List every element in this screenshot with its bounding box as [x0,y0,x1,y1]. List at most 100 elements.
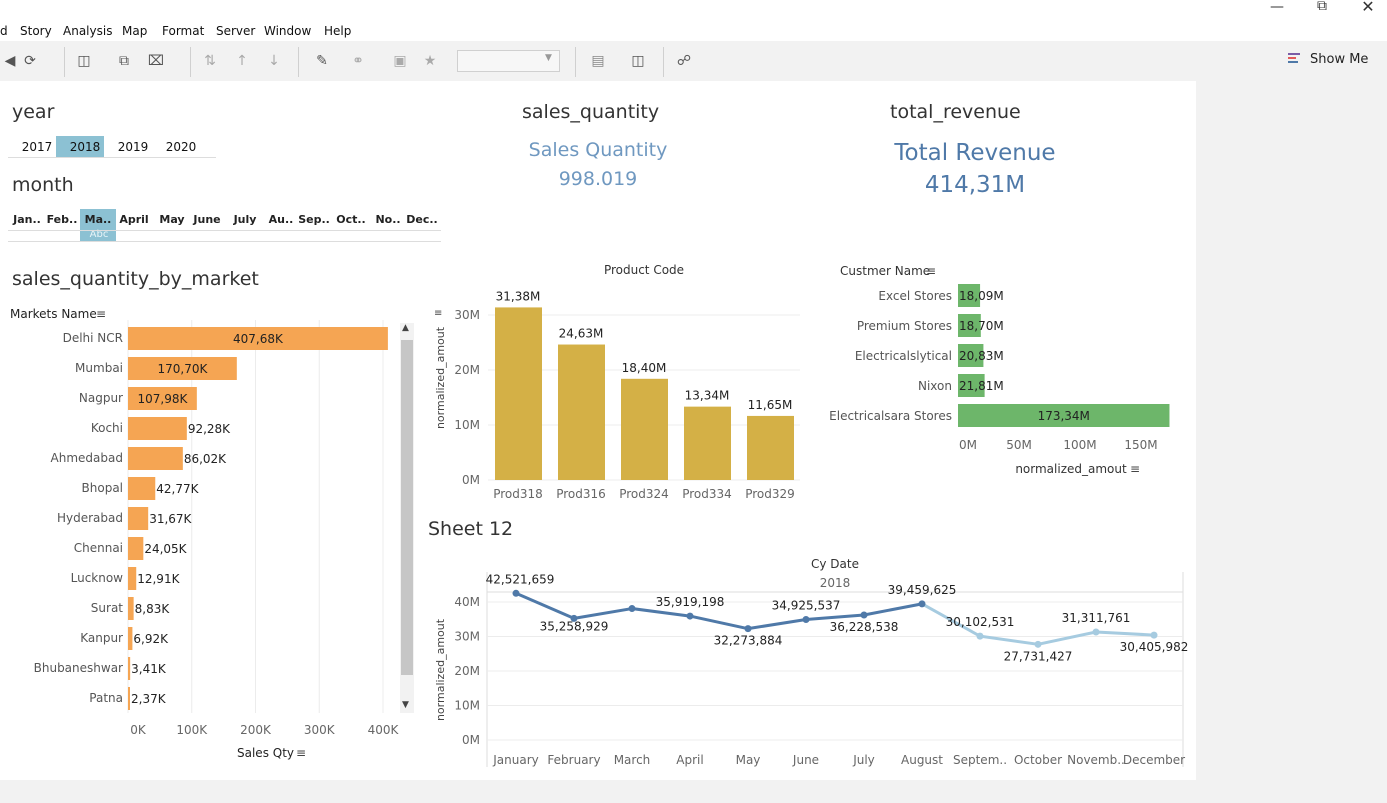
text-box-icon[interactable]: ▣ [390,51,410,71]
y-tick-label: 40M [454,595,480,609]
line-category-label: Novemb.. [1067,753,1125,767]
product-category-label: Prod324 [619,487,669,501]
month-option-mar[interactable]: Ma.. [81,211,115,229]
sales-quantity-value: 998.019 [558,168,638,190]
month-option-jul[interactable]: July [228,211,262,229]
year-option-2017[interactable]: 2017 [14,137,60,157]
line-point [628,605,636,613]
y-tick-label: 20M [454,664,480,678]
line-category-label: August [901,753,943,767]
swap-icon[interactable]: ⇅ [200,51,220,71]
month-option-feb[interactable]: Feb.. [45,211,79,229]
market-label: Patna [89,691,123,705]
minimize-icon[interactable]: — [1267,0,1287,15]
month-option-may[interactable]: May [155,211,189,229]
month-option-apr[interactable]: April [117,211,151,229]
menu-item-server[interactable]: Server [216,24,255,38]
toolbar-separator [64,47,65,77]
month-option-sep[interactable]: Sep.. [297,211,331,229]
line-value-label: 30,405,982 [1120,640,1189,654]
month-option-aug[interactable]: Au.. [264,211,298,229]
market-label: Kanpur [80,631,123,645]
menu-item-help[interactable]: Help [324,24,351,38]
line-segment [1095,630,1155,637]
year-option-2019[interactable]: 2019 [110,137,156,157]
month-option-oct[interactable]: Oct.. [334,211,368,229]
month-option-dec[interactable]: Dec.. [405,211,439,229]
sort-ascending-icon[interactable]: ↑ [232,51,252,71]
markets-scrollbar-thumb[interactable] [401,340,413,675]
duplicate-sheet-icon[interactable]: ⧉ [114,51,134,71]
sales-quantity-label: Sales Quantity [528,139,668,161]
market-label: Nagpur [79,391,123,405]
sort-icon: ≡ [926,264,936,278]
customer-value-label: 173,34M [1038,409,1090,423]
menu-item-d[interactable]: d [0,24,8,38]
toolbar-separator [298,47,299,77]
sheet12-title: Sheet 12 [428,518,514,540]
line-segment [689,614,749,631]
pin-icon[interactable]: ★ [420,51,440,71]
line-segment [805,613,865,622]
share-icon[interactable]: ☍ [674,51,694,71]
presentation-icon[interactable]: ◫ [628,51,648,71]
month-option-jun[interactable]: June [190,211,224,229]
scroll-up-icon[interactable]: ▲ [402,323,409,333]
month-option-nov[interactable]: No.. [371,211,405,229]
line-point [976,632,984,640]
market-label: Lucknow [71,571,124,585]
market-value-label: 6,92K [133,632,169,646]
market-value-label: 92,28K [188,422,231,436]
scroll-down-icon[interactable]: ▼ [402,700,409,710]
line-point [1092,628,1100,636]
line-category-label: January [492,753,539,767]
line-value-label: 35,919,198 [656,595,725,609]
menu-item-map[interactable]: Map [122,24,147,38]
line-point [802,616,810,624]
line-point [744,625,752,633]
sort-icon[interactable]: ≡ [296,746,306,760]
show-me-button[interactable]: Show Me [1310,52,1368,67]
y-tick-label: 10M [454,699,480,713]
menu-item-window[interactable]: Window [264,24,311,38]
product-value-label: 31,38M [496,289,541,303]
market-bar [128,657,131,680]
line-y-axis-label: normalized_amout [434,618,447,721]
total-revenue-value: 414,31M [924,172,1026,198]
year-option-2018[interactable]: 2018 [62,137,108,157]
undo-arrow-icon[interactable]: ◀ [0,51,20,71]
menu-item-format[interactable]: Format [162,24,204,38]
month-option-jan[interactable]: Jan.. [10,211,44,229]
line-value-label: 42,521,659 [486,572,555,586]
refresh-icon[interactable]: ⟳ [20,51,40,71]
clear-sheet-icon[interactable]: ⌧ [146,51,166,71]
close-icon[interactable]: ✕ [1358,0,1378,16]
market-value-label: 407,68K [233,332,284,346]
markets-bar-chart: 0K 100K 200K 300K 400K Delhi NCR 407,68K Mumbai… [34,320,400,737]
restore-icon[interactable]: ⧉ [1312,0,1332,14]
show-me-icon[interactable] [1288,52,1302,66]
line-point [860,611,868,619]
line-value-label: 36,228,538 [830,620,899,634]
market-value-label: 8,83K [135,602,171,616]
month-filter-title: month [12,174,74,196]
highlight-pen-icon[interactable]: ✎ [312,51,332,71]
month-filter-divider [8,230,441,231]
menu-item-story[interactable]: Story [20,24,52,38]
customer-label: Nixon [918,379,952,393]
menu-item-analysis[interactable]: Analysis [63,24,112,38]
paperclip-icon[interactable]: ⚭ [348,51,368,71]
line-category-label: June [792,753,819,767]
sort-descending-icon[interactable]: ↓ [264,51,284,71]
new-worksheet-icon[interactable]: ◫ [74,51,94,71]
product-value-label: 24,63M [559,327,604,341]
line-segment [515,591,575,620]
line-point [1034,640,1042,648]
x-tick-label: 300K [304,723,336,737]
labels-icon[interactable]: ▤ [588,51,608,71]
sort-icon[interactable]: ≡ [96,307,106,321]
year-option-2020[interactable]: 2020 [158,137,204,157]
line-value-label: 30,102,531 [946,615,1015,629]
sales-quantity-sheet-title: sales_quantity [522,101,660,123]
line-point [686,612,694,620]
